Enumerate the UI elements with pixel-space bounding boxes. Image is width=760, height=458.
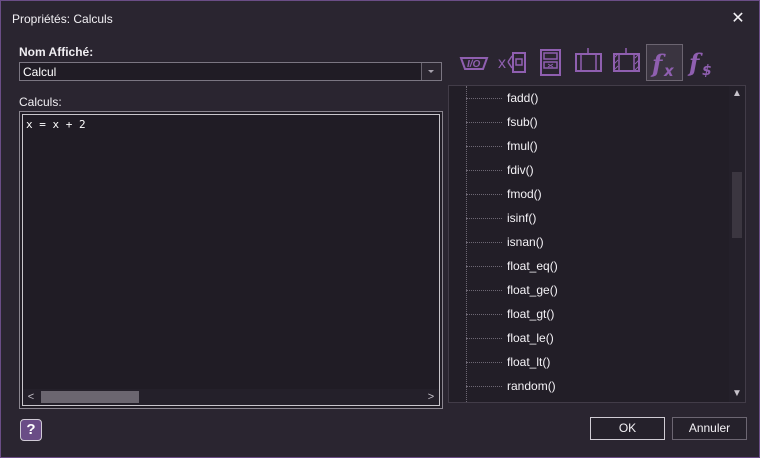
- tree-item-label[interactable]: fsub(): [507, 115, 538, 129]
- tree-item[interactable]: float_gt(): [466, 304, 726, 324]
- tree-item[interactable]: float_lt(): [466, 352, 726, 372]
- tree-item-label[interactable]: isnan(): [507, 235, 544, 249]
- tree-item[interactable]: isinf(): [466, 208, 726, 228]
- function-tree[interactable]: fadd() fsub() fmul() fdiv() fmod() isinf…: [448, 85, 746, 403]
- display-name-value[interactable]: Calcul: [23, 65, 56, 79]
- display-name-combo[interactable]: Calcul: [19, 62, 442, 81]
- function-fx-icon: f x: [650, 49, 675, 80]
- tree-item-label[interactable]: fadd(): [507, 91, 538, 105]
- svg-text:x: x: [663, 62, 675, 80]
- tab-string-functions[interactable]: f $: [684, 44, 721, 81]
- tree-item[interactable]: random(): [466, 376, 726, 396]
- tree-item-label[interactable]: isinf(): [507, 211, 536, 225]
- tree-item-label[interactable]: fmul(): [507, 139, 538, 153]
- svg-text:f: f: [687, 48, 703, 77]
- variable-x-icon: x: [498, 52, 526, 73]
- tree-item-label[interactable]: float_gt(): [507, 307, 554, 321]
- tree-item-label[interactable]: fmod(): [507, 187, 542, 201]
- tree-item-label[interactable]: float_ge(): [507, 283, 558, 297]
- code-text[interactable]: x = x + 2: [26, 118, 86, 131]
- horizontal-scrollbar[interactable]: < >: [23, 389, 439, 405]
- io-icon: I/O: [459, 57, 489, 70]
- horizontal-scroll-thumb[interactable]: [41, 391, 139, 403]
- vertical-scrollbar[interactable]: ▲ ▼: [729, 86, 745, 402]
- tab-variables[interactable]: x: [494, 44, 531, 81]
- scroll-right-icon[interactable]: >: [423, 389, 439, 405]
- film-block-icon: [540, 49, 561, 76]
- tree-item[interactable]: fsub(): [466, 112, 726, 132]
- tab-hatched-blocks[interactable]: [608, 44, 645, 81]
- svg-text:x: x: [498, 55, 506, 72]
- hatched-block-icon: [613, 48, 640, 72]
- scroll-left-icon[interactable]: <: [23, 389, 39, 405]
- close-icon[interactable]: ✕: [727, 9, 749, 29]
- title-bar: Propriétés: Calculs ✕: [1, 1, 759, 37]
- scroll-down-icon[interactable]: ▼: [729, 386, 745, 402]
- tree-item-label[interactable]: float_lt(): [507, 355, 550, 369]
- tab-functions[interactable]: f x: [646, 44, 683, 81]
- tree-item-label[interactable]: float_le(): [507, 331, 554, 345]
- tree-item[interactable]: fdiv(): [466, 160, 726, 180]
- tab-blocks[interactable]: [570, 44, 607, 81]
- tree-item-label[interactable]: float_eq(): [507, 259, 558, 273]
- function-fs-icon: f $: [687, 48, 712, 79]
- ok-button[interactable]: OK: [590, 417, 665, 440]
- properties-dialog: Propriétés: Calculs ✕ Nom Affiché: Calcu…: [0, 0, 760, 458]
- help-icon[interactable]: ?: [20, 419, 42, 441]
- tree-item-label[interactable]: random(): [507, 379, 556, 393]
- scroll-up-icon[interactable]: ▲: [729, 86, 745, 102]
- dialog-title: Propriétés: Calculs: [12, 12, 113, 26]
- tree-item[interactable]: float_le(): [466, 328, 726, 348]
- calculs-editor[interactable]: x = x + 2 < >: [19, 111, 443, 409]
- code-area[interactable]: x = x + 2 < >: [22, 114, 440, 406]
- tree-item[interactable]: isnan(): [466, 232, 726, 252]
- vertical-scroll-thumb[interactable]: [732, 172, 742, 238]
- svg-text:I/O: I/O: [467, 59, 481, 70]
- tab-film-blocks[interactable]: [532, 44, 569, 81]
- tree-item[interactable]: float_eq(): [466, 256, 726, 276]
- calculs-label: Calculs:: [19, 95, 62, 109]
- svg-text:$: $: [702, 63, 712, 79]
- category-tabs: I/O x f x f $: [448, 44, 722, 82]
- tree-item[interactable]: fmod(): [466, 184, 726, 204]
- chevron-down-icon[interactable]: [421, 63, 441, 80]
- tree-item-label[interactable]: fdiv(): [507, 163, 534, 177]
- tree-item[interactable]: fmul(): [466, 136, 726, 156]
- cancel-button[interactable]: Annuler: [672, 417, 747, 440]
- tree-item[interactable]: fadd(): [466, 88, 726, 108]
- display-name-label: Nom Affiché:: [19, 45, 94, 59]
- block-icon: [575, 48, 602, 72]
- tab-io[interactable]: I/O: [456, 44, 493, 81]
- tree-item[interactable]: float_ge(): [466, 280, 726, 300]
